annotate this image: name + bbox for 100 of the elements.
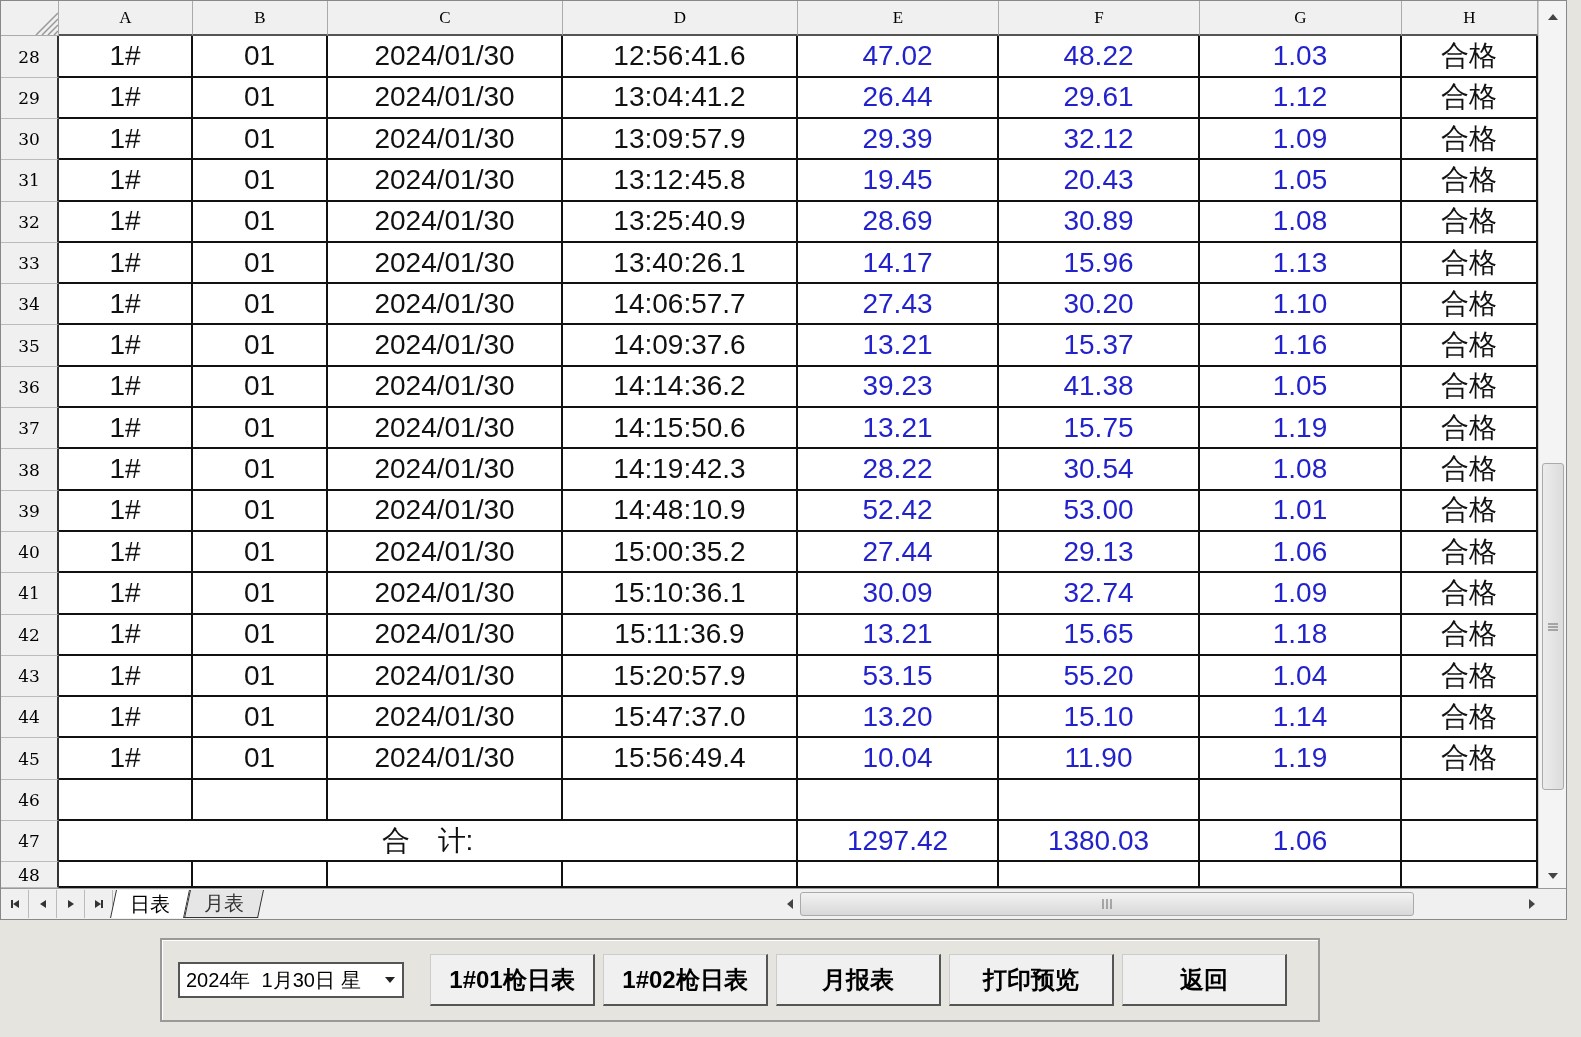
table-cell: 2024/01/30 (328, 697, 563, 739)
row-number[interactable]: 31 (1, 160, 59, 202)
table-cell: 1.14 (1200, 697, 1402, 739)
column-header[interactable]: E (798, 1, 999, 37)
table-cell: 1.05 (1200, 160, 1402, 202)
action-button[interactable]: 打印预览 (949, 954, 1114, 1006)
table-cell: 1.09 (1200, 119, 1402, 161)
table-cell: 32.12 (999, 119, 1200, 161)
row-number[interactable]: 35 (1, 325, 59, 367)
row-number[interactable]: 37 (1, 408, 59, 450)
table-cell: 1.08 (1200, 449, 1402, 491)
table-cell: 01 (193, 119, 328, 161)
table-cell: 1.18 (1200, 614, 1402, 656)
table-cell: 1# (59, 160, 193, 202)
table-cell: 14:06:57.7 (563, 284, 798, 326)
table-cell: 01 (193, 36, 328, 78)
table-cell: 14:14:36.2 (563, 366, 798, 409)
table-cell: 30.20 (999, 284, 1200, 326)
scroll-right-icon[interactable] (1528, 898, 1536, 910)
table-cell: 15:00:35.2 (563, 531, 798, 574)
table-cell: 1# (59, 36, 193, 78)
column-header[interactable]: H (1402, 1, 1538, 37)
row-number[interactable]: 33 (1, 242, 59, 285)
action-button[interactable]: 返回 (1122, 954, 1287, 1006)
column-header[interactable]: A (59, 1, 193, 37)
column-header[interactable]: B (193, 1, 328, 37)
row-number[interactable]: 45 (1, 738, 59, 780)
row-number[interactable]: 41 (1, 573, 59, 615)
row-number[interactable]: 28 (1, 36, 59, 78)
table-cell: 2024/01/30 (328, 284, 563, 326)
table-cell: 01 (193, 697, 328, 739)
row-number[interactable]: 32 (1, 201, 59, 243)
table-cell: 1.19 (1200, 738, 1402, 780)
table-cell: 1.10 (1200, 284, 1402, 326)
table-cell: 01 (193, 408, 328, 450)
column-header[interactable]: C (328, 1, 563, 37)
row-number[interactable]: 40 (1, 531, 59, 574)
table-cell: 2024/01/30 (328, 201, 563, 243)
column-header[interactable]: D (563, 1, 798, 37)
table-cell: 47.02 (798, 36, 999, 78)
table-cell: 13.21 (798, 614, 999, 656)
grip-icon (1547, 621, 1558, 632)
row-number[interactable]: 44 (1, 697, 59, 739)
table-cell: 2024/01/30 (328, 655, 563, 698)
table-cell: 13:25:40.9 (563, 201, 798, 243)
table-cell: 14:09:37.6 (563, 325, 798, 367)
table-cell: 2024/01/30 (328, 119, 563, 161)
row-number[interactable]: 46 (1, 779, 59, 822)
table-cell: 1.09 (1200, 573, 1402, 615)
table-cell: 2024/01/30 (328, 77, 563, 119)
table-cell: 01 (193, 325, 328, 367)
row-number[interactable]: 39 (1, 490, 59, 532)
column-header[interactable]: G (1200, 1, 1402, 37)
row-number[interactable]: 48 (1, 862, 59, 888)
table-cell: 2024/01/30 (328, 449, 563, 491)
row-number[interactable]: 36 (1, 366, 59, 409)
scroll-left-icon[interactable] (786, 898, 794, 910)
table-cell: 15.10 (999, 697, 1200, 739)
table-cell: 13:40:26.1 (563, 242, 798, 285)
scroll-up-icon[interactable] (1546, 13, 1559, 21)
table-cell: 1# (59, 449, 193, 491)
sheet-tab[interactable]: 日表 (110, 890, 190, 918)
row-number[interactable]: 43 (1, 655, 59, 698)
right-triangle-icon (65, 899, 76, 909)
table-cell: 1# (59, 655, 193, 698)
table-cell: 15.75 (999, 408, 1200, 450)
table-cell: 28.22 (798, 449, 999, 491)
horizontal-scrollbar-thumb[interactable] (800, 892, 1414, 916)
table-cell: 29.39 (798, 119, 999, 161)
row-number[interactable]: 38 (1, 449, 59, 491)
table-cell: 30.89 (999, 201, 1200, 243)
table-cell: 01 (193, 160, 328, 202)
table-cell: 29.13 (999, 531, 1200, 574)
date-picker[interactable]: 2024年 1月30日 星 (178, 962, 404, 998)
table-cell: 13:04:41.2 (563, 77, 798, 119)
row-number[interactable]: 34 (1, 284, 59, 326)
table-cell: 13:09:57.9 (563, 119, 798, 161)
table-cell: 01 (193, 531, 328, 574)
column-header[interactable]: F (999, 1, 1200, 37)
scroll-down-icon[interactable] (1546, 872, 1559, 880)
row-number[interactable]: 29 (1, 77, 59, 119)
table-cell: 1# (59, 242, 193, 285)
table-cell: 15:56:49.4 (563, 738, 798, 780)
table-cell: 13.21 (798, 325, 999, 367)
action-button[interactable]: 1#01枪日表 (430, 954, 595, 1006)
table-cell: 52.42 (798, 490, 999, 532)
table-cell: 2024/01/30 (328, 573, 563, 615)
row-number[interactable]: 30 (1, 119, 59, 161)
table-cell: 1.04 (1200, 655, 1402, 698)
table-cell: 1# (59, 490, 193, 532)
row-number[interactable]: 47 (1, 821, 59, 863)
vertical-scrollbar-thumb[interactable] (1541, 463, 1564, 790)
action-button[interactable]: 月报表 (776, 954, 941, 1006)
action-button[interactable]: 1#02枪日表 (603, 954, 768, 1006)
sheet-tab[interactable]: 月表 (184, 890, 264, 918)
table-cell: 29.61 (999, 77, 1200, 119)
table-cell: 01 (193, 242, 328, 285)
table-cell: 14:19:42.3 (563, 449, 798, 491)
row-number[interactable]: 42 (1, 614, 59, 656)
table-cell: 1.06 (1200, 531, 1402, 574)
